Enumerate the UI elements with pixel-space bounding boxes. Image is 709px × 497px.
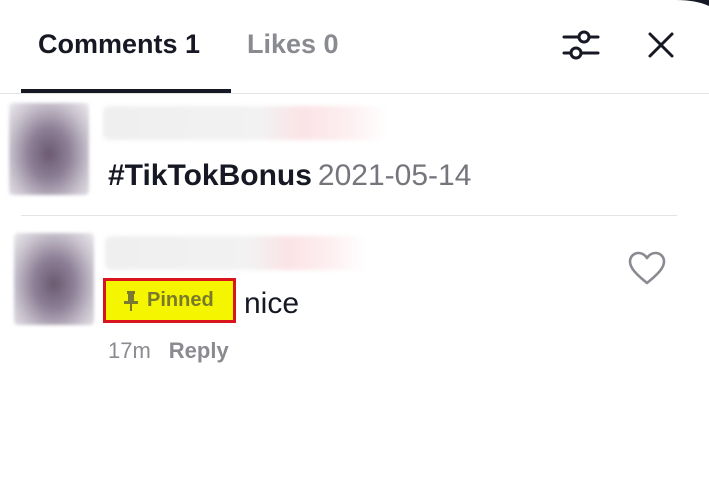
comment-meta: 17m Reply	[108, 337, 229, 365]
hashtag-link[interactable]: #TikTokBonus	[108, 159, 312, 192]
heart-icon	[628, 251, 666, 285]
active-tab-indicator	[21, 89, 231, 93]
close-icon	[648, 32, 674, 58]
comment-text: nice	[244, 287, 300, 320]
comment-time: 17m	[108, 338, 151, 363]
pinned-badge: Pinned	[103, 278, 236, 323]
pinned-label: Pinned	[147, 289, 214, 311]
like-button[interactable]	[627, 250, 667, 288]
comments-header: Comments 1 Likes 0	[0, 0, 709, 94]
commenter-name-blurred	[105, 236, 367, 270]
commenter-avatar[interactable]	[14, 233, 94, 325]
reply-button[interactable]: Reply	[169, 338, 229, 363]
tab-comments[interactable]: Comments 1	[38, 27, 200, 61]
corner-edge	[676, 0, 709, 6]
pin-icon	[124, 290, 138, 311]
close-button[interactable]	[640, 24, 682, 66]
tab-likes[interactable]: Likes 0	[247, 27, 339, 61]
filter-button[interactable]	[560, 26, 602, 64]
post-description: #TikTokBonus 2021-05-14	[108, 158, 471, 194]
post-author-name-blurred	[103, 106, 388, 140]
post-author-avatar[interactable]	[9, 103, 89, 195]
divider	[21, 215, 677, 216]
post-date: 2021-05-14	[317, 159, 472, 192]
sliders-icon	[562, 30, 600, 60]
